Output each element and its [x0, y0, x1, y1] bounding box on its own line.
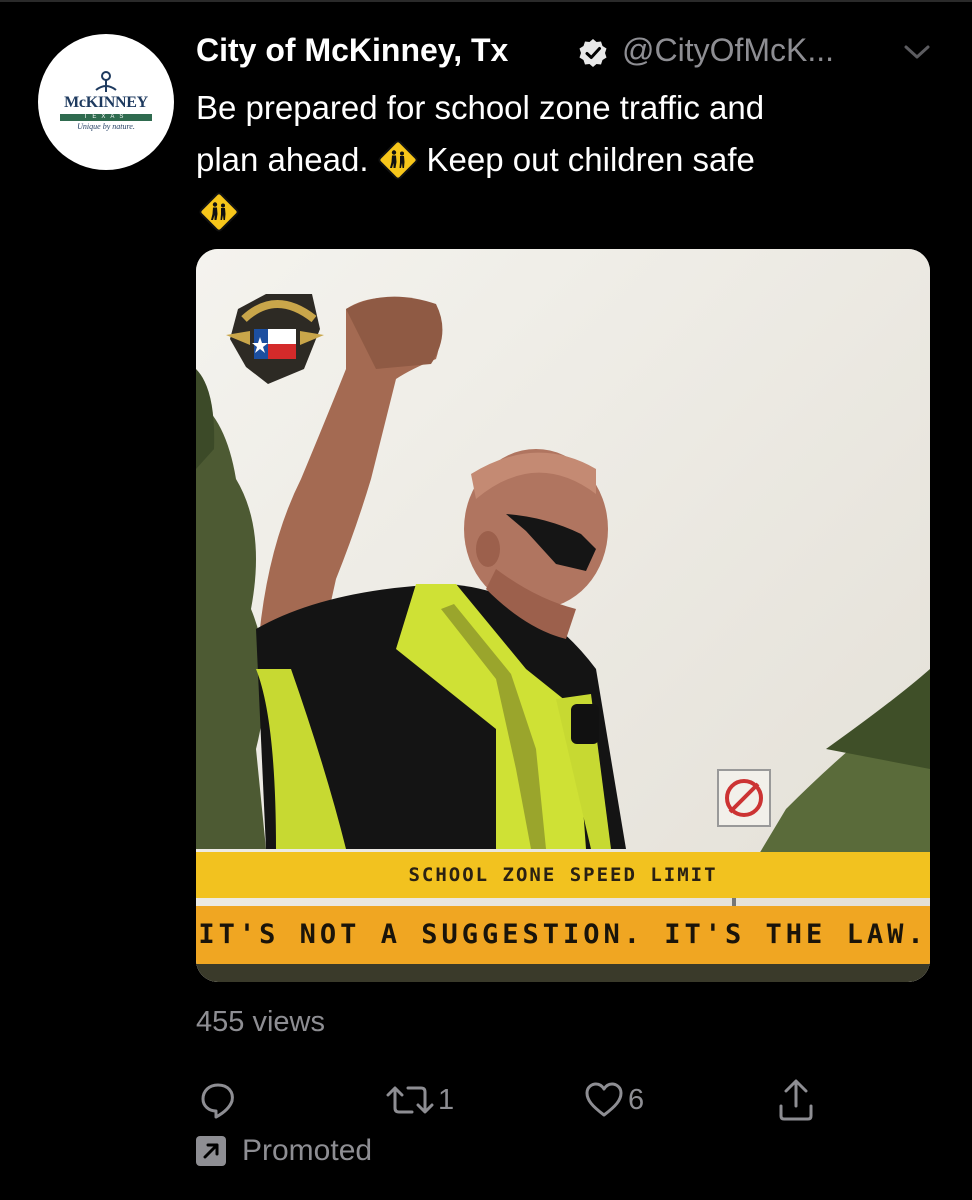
tweet-text-line1: Be prepared for school zone traffic and — [196, 89, 765, 126]
logo-wordmark: McKINNEY — [64, 94, 148, 111]
promoted-label: Promoted — [196, 1130, 372, 1172]
tweet-text-line2a: plan ahead. — [196, 141, 369, 178]
top-divider — [0, 0, 972, 2]
school-crossing-sign-icon — [377, 140, 418, 180]
like-button[interactable]: 6 — [584, 1072, 644, 1128]
promoted-icon — [196, 1136, 226, 1166]
tweet-actions: 1 6 — [196, 1072, 936, 1128]
account-name[interactable]: City of McKinney, Tx — [196, 32, 508, 69]
reply-button[interactable] — [198, 1072, 238, 1128]
verified-badge-icon — [579, 39, 607, 67]
avatar[interactable]: McKINNEY TEXAS Unique by nature. — [38, 34, 174, 170]
tweet-line-2: plan ahead. Keep out children safe — [196, 134, 936, 186]
tweet-text: Be prepared for school zone traffic and … — [196, 82, 936, 238]
retweet-button[interactable]: 1 — [386, 1072, 454, 1128]
retweet-icon — [386, 1086, 434, 1114]
banner-school-zone: SCHOOL ZONE SPEED LIMIT — [196, 852, 930, 898]
tweet-video[interactable]: SCHOOL ZONE SPEED LIMIT IT'S NOT A SUGGE… — [196, 249, 930, 982]
promoted-text: Promoted — [242, 1134, 373, 1167]
logo-state: TEXAS — [60, 114, 152, 121]
like-count: 6 — [628, 1083, 645, 1116]
tweet-text-line2b: Keep out children safe — [426, 141, 755, 178]
share-button[interactable] — [776, 1072, 816, 1128]
tweet-line-3 — [196, 186, 936, 238]
account-handle[interactable]: @CityOfMcK... — [622, 32, 834, 69]
tweet-header: City of McKinney, Tx @CityOfMcK... — [196, 28, 942, 76]
reply-icon — [201, 1083, 234, 1119]
heart-icon — [585, 1082, 623, 1117]
banner-law: IT'S NOT A SUGGESTION. IT'S THE LAW. — [196, 906, 930, 964]
school-crossing-sign-icon — [199, 192, 239, 232]
logo-tagline: Unique by nature. — [77, 122, 135, 131]
chevron-down-icon[interactable] — [900, 40, 934, 64]
share-icon — [779, 1079, 813, 1121]
retweet-count: 1 — [438, 1083, 455, 1116]
view-count: 455 views — [196, 1006, 325, 1038]
tweet-line-1: Be prepared for school zone traffic and — [196, 82, 936, 134]
